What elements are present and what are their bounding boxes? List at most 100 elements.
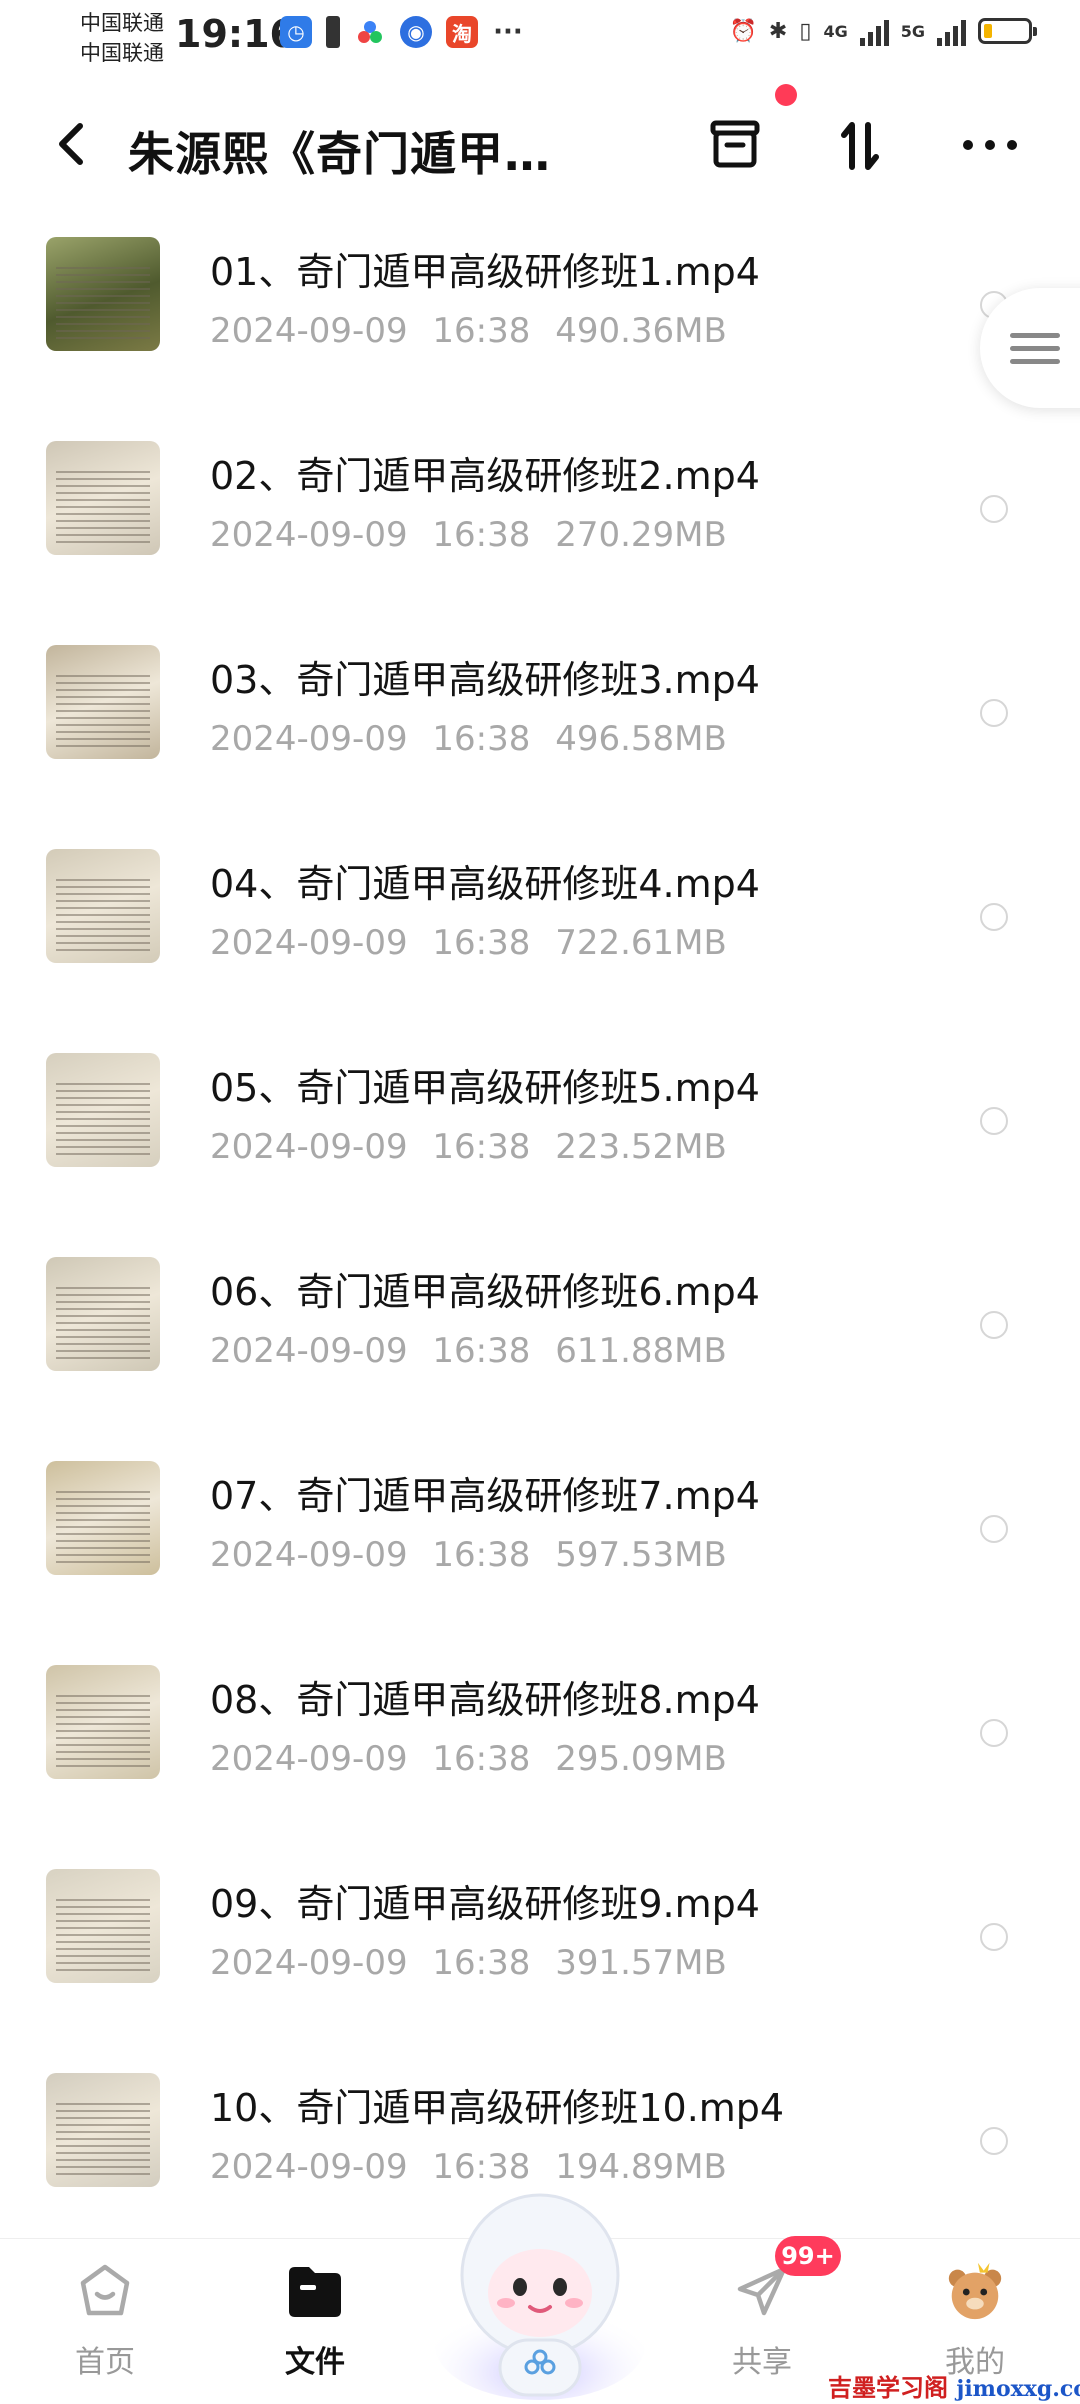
select-checkbox[interactable] xyxy=(980,903,1008,931)
thumbnail-text-lines xyxy=(56,1083,150,1157)
file-size: 597.53MB xyxy=(555,1535,727,1575)
file-row[interactable]: 05、奇门遁甲高级研修班5.mp4 2024-09-09 16:38 223.52… xyxy=(0,1041,1080,1245)
file-time: 16:38 xyxy=(432,719,531,759)
nav-mine[interactable]: 我的 xyxy=(905,2259,1045,2381)
thumbnail-text-lines xyxy=(56,675,150,749)
video-thumbnail xyxy=(46,849,160,963)
file-size: 295.09MB xyxy=(555,1739,727,1779)
share-badge: 99+ xyxy=(775,2236,841,2276)
taobao-icon: 淘 xyxy=(446,16,478,48)
watermark-url: jimoxxg.com xyxy=(956,2376,1080,2402)
menu-icon xyxy=(1010,325,1060,372)
notice-icon xyxy=(326,16,340,48)
file-row[interactable]: 09、奇门遁甲高级研修班9.mp4 2024-09-09 16:38 391.57… xyxy=(0,1857,1080,2061)
file-name: 04、奇门遁甲高级研修班4.mp4 xyxy=(210,862,760,906)
vibrate-icon: ▯ xyxy=(799,18,812,44)
select-checkbox[interactable] xyxy=(980,1311,1008,1339)
video-thumbnail xyxy=(46,1461,160,1575)
thumbnail-text-lines xyxy=(56,267,150,341)
cloud-app-icon xyxy=(354,16,386,48)
nav-files[interactable]: 文件 xyxy=(245,2259,385,2381)
folder-icon xyxy=(283,2259,347,2323)
assistant-mascot-button[interactable] xyxy=(430,2175,650,2400)
select-checkbox[interactable] xyxy=(980,2127,1008,2155)
select-checkbox[interactable] xyxy=(980,1719,1008,1747)
file-row[interactable]: 01、奇门遁甲高级研修班1.mp4 2024-09-09 16:38 490.36… xyxy=(0,225,1080,429)
watermark-cn: 吉墨学习阁 xyxy=(828,2374,948,2402)
file-size: 391.57MB xyxy=(555,1943,727,1983)
carrier-info: 中国联通 中国联通 xyxy=(80,8,164,68)
video-thumbnail xyxy=(46,441,160,555)
file-meta: 2024-09-09 16:38 223.52MB xyxy=(210,1127,727,1167)
video-thumbnail xyxy=(46,1665,160,1779)
file-time: 16:38 xyxy=(432,1943,531,1983)
file-date: 2024-09-09 xyxy=(210,515,408,555)
file-date: 2024-09-09 xyxy=(210,1331,408,1371)
header: 朱源熙《奇门遁甲… xyxy=(0,90,1080,200)
status-bar: 中国联通 中国联通 19:16 ◷ ◉ 淘 ··· ⏰ ✱ ▯ 4G 5G xyxy=(0,0,1080,80)
thumbnail-text-lines xyxy=(56,879,150,953)
clock-app-icon: ◷ xyxy=(280,16,312,48)
back-button[interactable] xyxy=(50,114,90,174)
select-checkbox[interactable] xyxy=(980,699,1008,727)
file-meta: 2024-09-09 16:38 270.29MB xyxy=(210,515,727,555)
file-name: 01、奇门遁甲高级研修班1.mp4 xyxy=(210,250,760,294)
signal-2-icon xyxy=(937,16,966,46)
browser-icon: ◉ xyxy=(400,16,432,48)
nav-share-label: 共享 xyxy=(732,2345,792,2380)
file-name: 05、奇门遁甲高级研修班5.mp4 xyxy=(210,1066,760,1110)
thumbnail-text-lines xyxy=(56,471,150,545)
mascot-icon xyxy=(435,2193,645,2400)
file-row[interactable]: 06、奇门遁甲高级研修班6.mp4 2024-09-09 16:38 611.88… xyxy=(0,1245,1080,1449)
file-size: 611.88MB xyxy=(555,1331,727,1371)
more-button[interactable] xyxy=(955,110,1025,180)
network-5g-label: 5G xyxy=(900,21,925,41)
file-row[interactable]: 08、奇门遁甲高级研修班8.mp4 2024-09-09 16:38 295.09… xyxy=(0,1653,1080,1857)
alarm-icon: ⏰ xyxy=(729,18,757,44)
select-checkbox[interactable] xyxy=(980,1923,1008,1951)
file-name: 09、奇门遁甲高级研修班9.mp4 xyxy=(210,1882,760,1926)
carrier-2: 中国联通 xyxy=(80,41,164,65)
file-name: 07、奇门遁甲高级研修班7.mp4 xyxy=(210,1474,760,1518)
more-notifications-icon: ··· xyxy=(493,17,523,47)
nav-home[interactable]: 首页 xyxy=(35,2259,175,2381)
file-row[interactable]: 04、奇门遁甲高级研修班4.mp4 2024-09-09 16:38 722.61… xyxy=(0,837,1080,1041)
select-checkbox[interactable] xyxy=(980,495,1008,523)
file-name: 02、奇门遁甲高级研修班2.mp4 xyxy=(210,454,760,498)
file-time: 16:38 xyxy=(432,1127,531,1167)
file-date: 2024-09-09 xyxy=(210,1535,408,1575)
file-date: 2024-09-09 xyxy=(210,1739,408,1779)
thumbnail-text-lines xyxy=(56,1491,150,1565)
chevron-left-icon xyxy=(59,123,83,165)
file-time: 16:38 xyxy=(432,1739,531,1779)
select-checkbox[interactable] xyxy=(980,1107,1008,1135)
file-date: 2024-09-09 xyxy=(210,923,408,963)
recycle-bin-button[interactable] xyxy=(700,110,770,180)
nav-home-label: 首页 xyxy=(75,2345,135,2380)
file-name: 10、奇门遁甲高级研修班10.mp4 xyxy=(210,2086,785,2130)
video-thumbnail xyxy=(46,1257,160,1371)
watermark: 吉墨学习阁 jimoxxg.com xyxy=(828,2368,1080,2403)
sort-button[interactable] xyxy=(825,110,895,180)
file-size: 496.58MB xyxy=(555,719,727,759)
battery-fill xyxy=(984,24,992,38)
notification-icons: ◷ ◉ 淘 ··· xyxy=(280,16,524,48)
file-row[interactable]: 02、奇门遁甲高级研修班2.mp4 2024-09-09 16:38 270.29… xyxy=(0,429,1080,633)
signal-1-icon xyxy=(859,16,889,46)
file-row[interactable]: 07、奇门遁甲高级研修班7.mp4 2024-09-09 16:38 597.53… xyxy=(0,1449,1080,1653)
file-meta: 2024-09-09 16:38 391.57MB xyxy=(210,1943,727,1983)
file-size: 490.36MB xyxy=(555,311,727,351)
file-meta: 2024-09-09 16:38 295.09MB xyxy=(210,1739,727,1779)
file-row[interactable]: 03、奇门遁甲高级研修班3.mp4 2024-09-09 16:38 496.58… xyxy=(0,633,1080,837)
file-date: 2024-09-09 xyxy=(210,1943,408,1983)
select-checkbox[interactable] xyxy=(980,1515,1008,1543)
file-date: 2024-09-09 xyxy=(210,719,408,759)
file-list: 01、奇门遁甲高级研修班1.mp4 2024-09-09 16:38 490.36… xyxy=(0,225,1080,2265)
home-icon xyxy=(73,2259,137,2323)
nav-files-label: 文件 xyxy=(285,2345,345,2380)
file-name: 03、奇门遁甲高级研修班3.mp4 xyxy=(210,658,760,702)
notification-dot xyxy=(775,84,797,106)
file-date: 2024-09-09 xyxy=(210,2147,408,2187)
nav-share[interactable]: 共享 xyxy=(692,2259,832,2381)
recycle-bin-icon xyxy=(710,120,760,168)
